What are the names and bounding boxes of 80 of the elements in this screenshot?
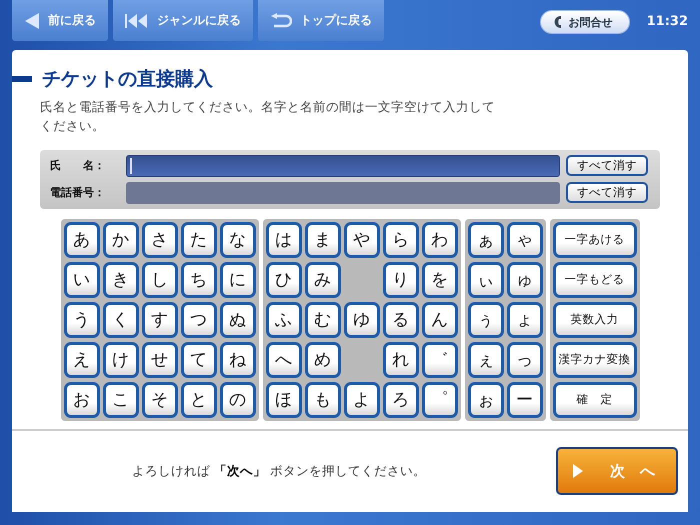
- kana-key[interactable]: れ: [382, 342, 418, 378]
- kana-key[interactable]: も: [304, 382, 340, 418]
- footer-message: よろしければ 「次へ」 ボタンを押してください。: [132, 462, 427, 480]
- function-key[interactable]: 英数入力: [552, 302, 636, 338]
- kana-key[interactable]: よ: [344, 382, 380, 418]
- kana-key[interactable]: ぇ: [468, 342, 504, 378]
- kana-key[interactable]: み: [304, 262, 340, 298]
- function-key[interactable]: 一字あける: [552, 222, 636, 258]
- clear-button[interactable]: すべて消す: [566, 182, 648, 203]
- kana-key[interactable]: う: [64, 302, 100, 338]
- kana-key[interactable]: ゅ: [506, 262, 542, 298]
- return-arrow-icon: [270, 12, 292, 28]
- title-marker: [12, 76, 32, 82]
- kana-key[interactable]: や: [344, 222, 380, 258]
- kana-key[interactable]: か: [102, 222, 138, 258]
- contact-button[interactable]: お問合せ: [540, 10, 630, 34]
- kana-key[interactable]: ろ: [382, 382, 418, 418]
- input-field[interactable]: [126, 182, 560, 204]
- kana-key[interactable]: っ: [506, 342, 542, 378]
- kana-key[interactable]: ゜: [422, 382, 458, 418]
- kana-key[interactable]: ち: [180, 262, 216, 298]
- kana-key[interactable]: ー: [506, 382, 542, 418]
- kana-key[interactable]: に: [220, 262, 256, 298]
- kana-key[interactable]: る: [382, 302, 418, 338]
- kana-key[interactable]: す: [142, 302, 178, 338]
- kana-key[interactable]: ゛: [422, 342, 458, 378]
- kana-key[interactable]: さ: [142, 222, 178, 258]
- kana-key[interactable]: お: [64, 382, 100, 418]
- kana-key[interactable]: ゃ: [506, 222, 542, 258]
- phone-icon: [552, 15, 563, 29]
- kana-key[interactable]: り: [382, 262, 418, 298]
- kana-key[interactable]: ん: [422, 302, 458, 338]
- kana-key[interactable]: へ: [266, 342, 302, 378]
- function-key[interactable]: 確 定: [552, 382, 636, 418]
- page-title: チケットの直接購入: [42, 67, 213, 92]
- kana-key[interactable]: は: [266, 222, 302, 258]
- kana-key[interactable]: ま: [304, 222, 340, 258]
- kana-key[interactable]: き: [102, 262, 138, 298]
- input-field[interactable]: [126, 154, 560, 176]
- kana-key[interactable]: ぃ: [468, 262, 504, 298]
- rewind-icon: [125, 12, 149, 28]
- kana-key[interactable]: わ: [422, 222, 458, 258]
- kana-key[interactable]: え: [64, 342, 100, 378]
- kana-key[interactable]: ね: [220, 342, 256, 378]
- kana-key[interactable]: く: [102, 302, 138, 338]
- kana-key[interactable]: ふ: [266, 302, 302, 338]
- kana-key[interactable]: ぬ: [220, 302, 256, 338]
- kana-key[interactable]: ぅ: [468, 302, 504, 338]
- kana-key[interactable]: と: [180, 382, 216, 418]
- kana-key[interactable]: ら: [382, 222, 418, 258]
- kana-key[interactable]: こ: [102, 382, 138, 418]
- kana-key[interactable]: そ: [142, 382, 178, 418]
- kana-key[interactable]: し: [142, 262, 178, 298]
- function-key[interactable]: 漢字カナ変換: [552, 342, 636, 378]
- kana-key[interactable]: む: [304, 302, 340, 338]
- kana-key[interactable]: ひ: [266, 262, 302, 298]
- kana-key[interactable]: ぁ: [468, 222, 504, 258]
- kana-key[interactable]: め: [304, 342, 340, 378]
- kana-key[interactable]: つ: [180, 302, 216, 338]
- kana-key[interactable]: ょ: [506, 302, 542, 338]
- kana-key[interactable]: な: [220, 222, 256, 258]
- clock: 11:32: [646, 14, 688, 29]
- clear-button[interactable]: すべて消す: [566, 155, 648, 176]
- kana-key[interactable]: い: [64, 262, 100, 298]
- instructions: 氏名と電話番号を入力してください。名字と名前の間は一文字空けて入力してください。: [40, 98, 496, 135]
- kana-key[interactable]: た: [180, 222, 216, 258]
- kana-key[interactable]: の: [220, 382, 256, 418]
- kana-key[interactable]: あ: [64, 222, 100, 258]
- back-arrow-icon: [24, 12, 40, 30]
- kana-key[interactable]: け: [102, 342, 138, 378]
- kana-key[interactable]: て: [180, 342, 216, 378]
- play-icon: [572, 463, 584, 480]
- kana-key[interactable]: ほ: [266, 382, 302, 418]
- function-key[interactable]: 一字もどる: [552, 262, 636, 298]
- field-label: 電話番号：: [50, 185, 106, 200]
- kana-key[interactable]: を: [422, 262, 458, 298]
- kana-key[interactable]: ぉ: [468, 382, 504, 418]
- field-label: 氏 名：: [50, 158, 106, 173]
- kana-key[interactable]: せ: [142, 342, 178, 378]
- kana-key[interactable]: ゆ: [344, 302, 380, 338]
